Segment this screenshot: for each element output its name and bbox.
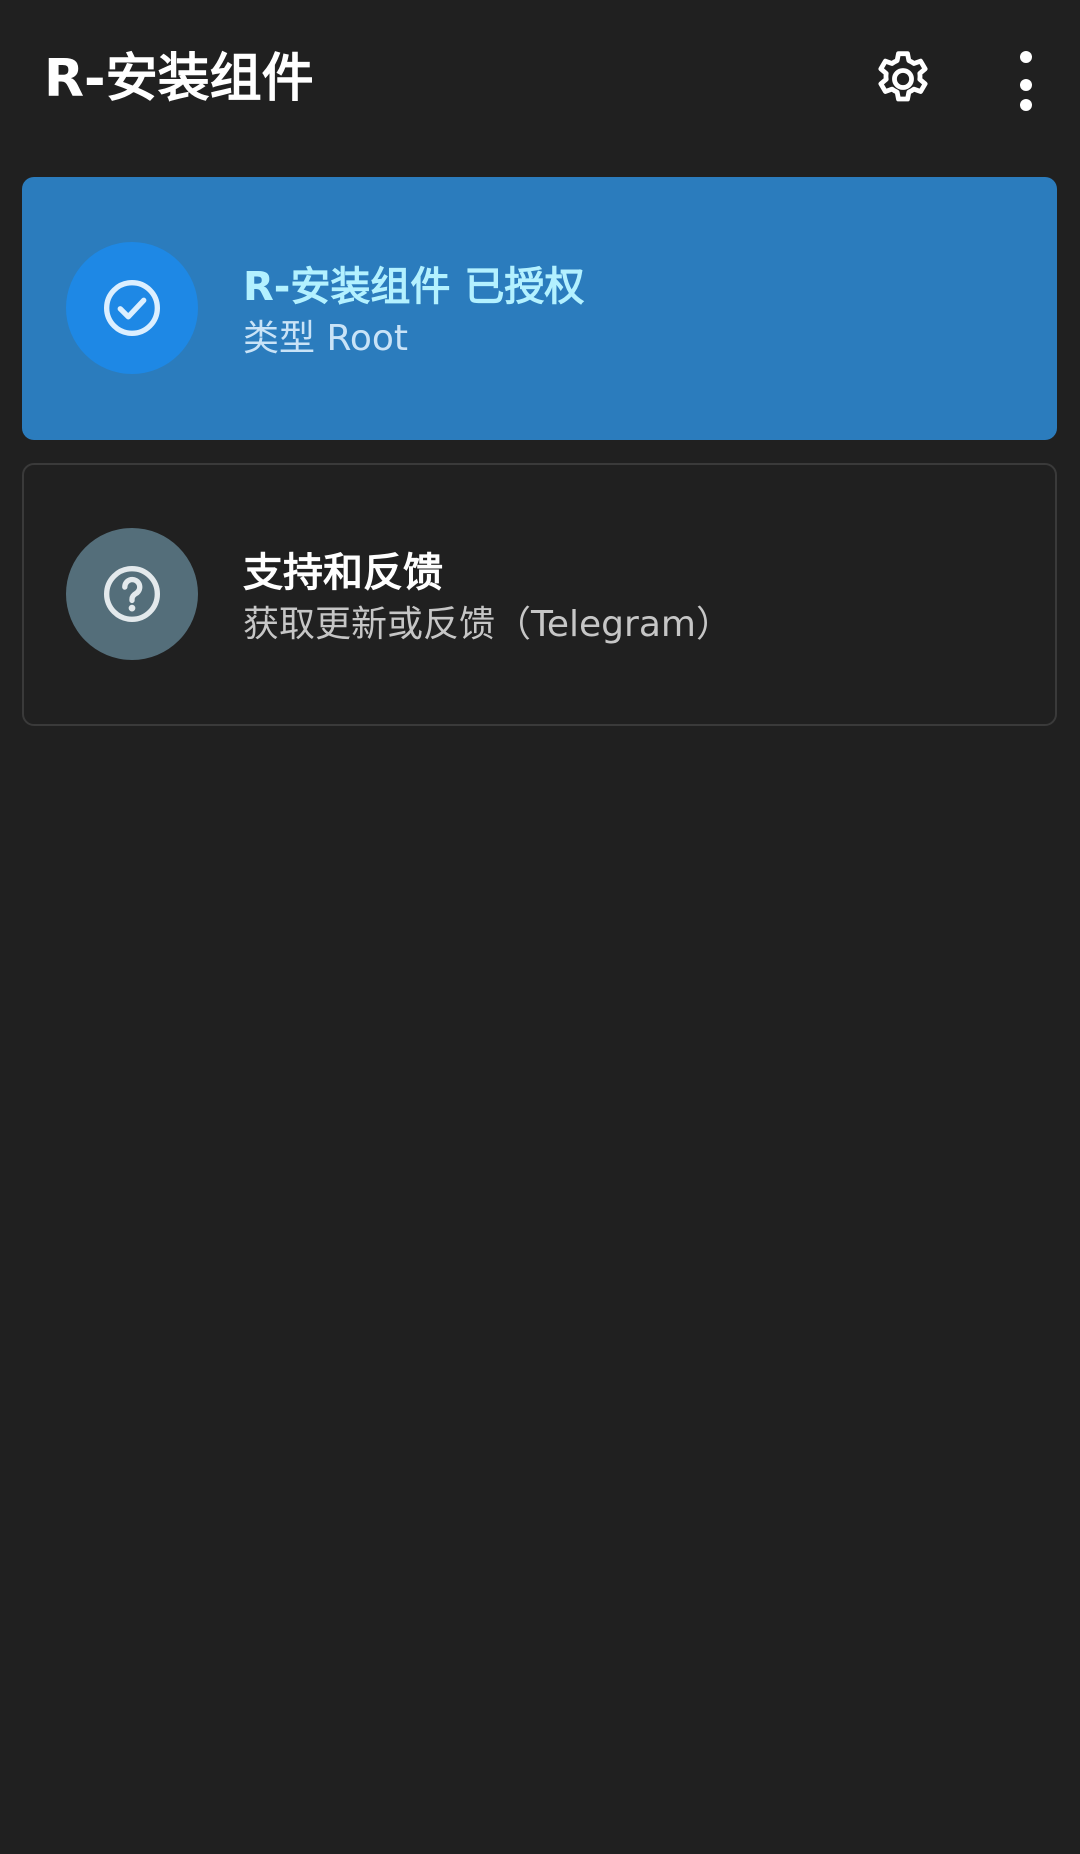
app-title: R-安装组件 [44, 49, 314, 109]
support-card[interactable]: 支持和反馈 获取更新或反馈（Telegram） [22, 463, 1057, 726]
overflow-menu-button[interactable] [978, 39, 1058, 119]
app-bar: R-安装组件 [0, 0, 1080, 160]
status-subtitle: 类型 Root [243, 318, 409, 359]
status-title: R-安装组件 已授权 [243, 264, 585, 310]
settings-button[interactable] [863, 39, 943, 119]
help-circle-icon [104, 566, 160, 622]
status-card[interactable]: R-安装组件 已授权 类型 Root [22, 177, 1057, 440]
gear-icon [878, 51, 928, 102]
support-icon-circle [66, 528, 198, 660]
check-circle-icon [104, 280, 160, 336]
support-subtitle: 获取更新或反馈（Telegram） [243, 604, 732, 645]
more-vert-icon [1020, 51, 1032, 111]
support-title: 支持和反馈 [243, 550, 443, 596]
status-icon-circle [66, 242, 198, 374]
